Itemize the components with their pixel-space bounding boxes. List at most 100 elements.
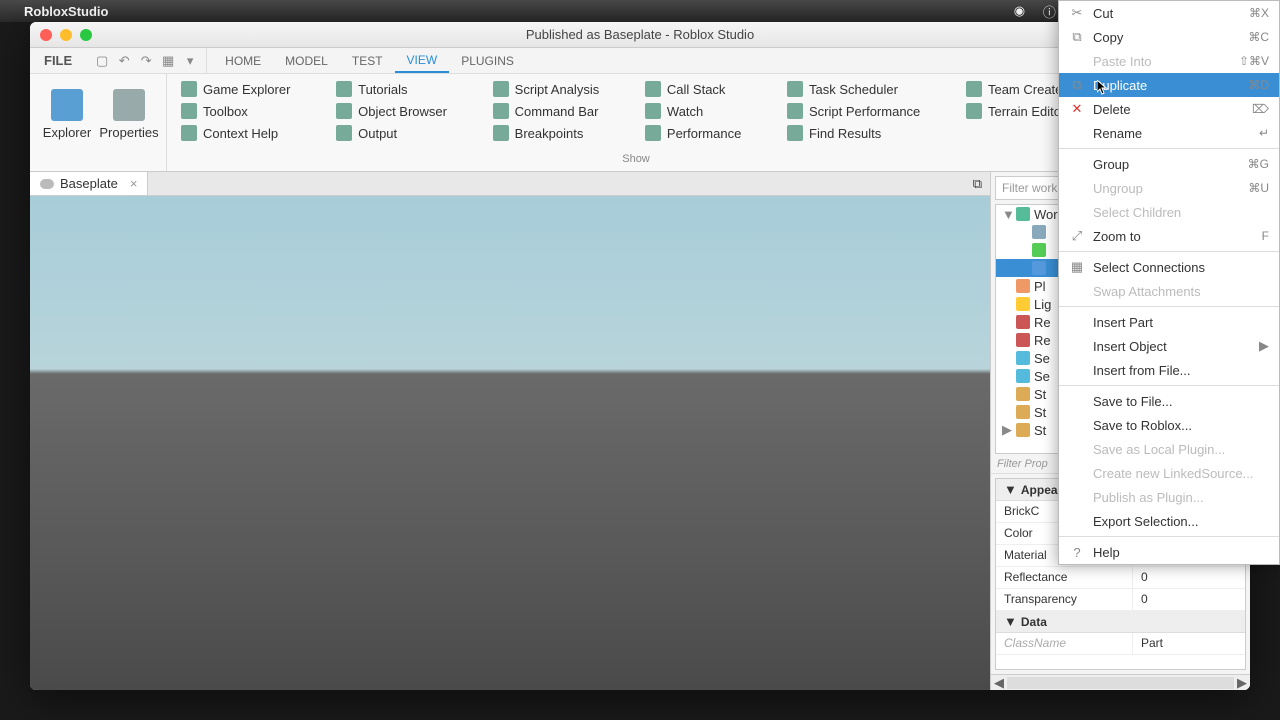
show-terrain-editor[interactable]: Terrain Editor xyxy=(960,100,1071,122)
close-tab-icon[interactable]: × xyxy=(130,176,138,191)
show-output[interactable]: Output xyxy=(330,122,403,144)
object-icon xyxy=(1016,279,1030,293)
paste-icon[interactable]: ▦ xyxy=(160,53,176,69)
object-icon xyxy=(1016,369,1030,383)
ctx-group[interactable]: Group⌘G xyxy=(1059,152,1279,176)
shortcut: ⌘C xyxy=(1248,30,1269,44)
menu-icon xyxy=(1069,465,1085,481)
scroll-left-icon[interactable]: ◀ xyxy=(991,675,1007,691)
expand-icon[interactable]: ▼ xyxy=(1002,207,1012,222)
file-tab[interactable]: FILE xyxy=(30,48,86,73)
menu-icon xyxy=(1069,441,1085,457)
show-call-stack[interactable]: Call Stack xyxy=(639,78,732,100)
property-value[interactable]: 0 xyxy=(1133,589,1245,610)
ribbon-tab-home[interactable]: HOME xyxy=(213,48,273,73)
menu-label: Delete xyxy=(1093,102,1244,117)
ribbon-tab-plugins[interactable]: PLUGINS xyxy=(449,48,526,73)
property-row[interactable]: Reflectance0 xyxy=(996,567,1245,589)
show-task-scheduler[interactable]: Task Scheduler xyxy=(781,78,904,100)
ctx-insert-from-file-[interactable]: Insert from File... xyxy=(1059,358,1279,382)
ctx-insert-object[interactable]: Insert Object▶ xyxy=(1059,334,1279,358)
show-breakpoints[interactable]: Breakpoints xyxy=(487,122,590,144)
redo-icon[interactable]: ↷ xyxy=(138,53,154,69)
menu-icon: ✂ xyxy=(1069,5,1085,21)
tool-icon xyxy=(645,125,661,141)
dropdown-icon[interactable]: ▾ xyxy=(182,53,198,69)
property-section-header[interactable]: ▼ Data xyxy=(996,611,1245,633)
close-button[interactable] xyxy=(40,29,52,41)
ctx-zoom-to[interactable]: ⤢Zoom toF xyxy=(1059,224,1279,248)
stop-icon[interactable]: ◉ xyxy=(1011,3,1027,19)
show-command-bar[interactable]: Command Bar xyxy=(487,100,605,122)
submenu-icon: ▶ xyxy=(1259,338,1269,354)
ctx-insert-part[interactable]: Insert Part xyxy=(1059,310,1279,334)
expand-icon[interactable]: ▶ xyxy=(1002,422,1012,438)
show-script-analysis[interactable]: Script Analysis xyxy=(487,78,606,100)
ctx-help[interactable]: ?Help xyxy=(1059,540,1279,564)
ctx-paste-into: Paste Into⇧⌘V xyxy=(1059,49,1279,73)
ctx-export-selection-[interactable]: Export Selection... xyxy=(1059,509,1279,533)
ctx-save-to-roblox-[interactable]: Save to Roblox... xyxy=(1059,413,1279,437)
explorer-button[interactable]: Explorer xyxy=(38,78,96,150)
minimize-button[interactable] xyxy=(60,29,72,41)
show-team-create[interactable]: Team Create xyxy=(960,78,1068,100)
shortcut: F xyxy=(1262,229,1269,243)
show-object-browser[interactable]: Object Browser xyxy=(330,100,453,122)
ribbon-tab-view[interactable]: VIEW xyxy=(395,48,450,73)
viewport-3d[interactable] xyxy=(30,196,990,690)
menu-icon xyxy=(1069,204,1085,220)
ctx-copy[interactable]: ⧉Copy⌘C xyxy=(1059,25,1279,49)
show-find-results[interactable]: Find Results xyxy=(781,122,887,144)
show-watch[interactable]: Watch xyxy=(639,100,709,122)
document-tab[interactable]: Baseplate × xyxy=(30,172,148,195)
ctx-cut[interactable]: ✂Cut⌘X xyxy=(1059,1,1279,25)
show-performance[interactable]: Performance xyxy=(639,122,747,144)
ribbon-tab-model[interactable]: MODEL xyxy=(273,48,340,73)
properties-button[interactable]: Properties xyxy=(100,78,158,150)
shortcut: ⌘U xyxy=(1248,181,1269,195)
show-tutorials[interactable]: Tutorials xyxy=(330,78,413,100)
object-icon xyxy=(1032,243,1046,257)
app-name[interactable]: RobloxStudio xyxy=(24,4,109,19)
show-toolbox[interactable]: Toolbox xyxy=(175,100,254,122)
ribbon-tab-test[interactable]: TEST xyxy=(340,48,395,73)
menu-icon: ✕ xyxy=(1069,101,1085,117)
object-icon xyxy=(1016,387,1030,401)
menu-label: Paste Into xyxy=(1093,54,1231,69)
property-value[interactable]: 0 xyxy=(1133,567,1245,588)
doc-tab-label: Baseplate xyxy=(60,176,118,191)
property-row[interactable]: ClassNamePart xyxy=(996,633,1245,655)
property-row[interactable]: Transparency0 xyxy=(996,589,1245,611)
shortcut: ↵ xyxy=(1259,126,1269,140)
undo-icon[interactable]: ↶ xyxy=(116,53,132,69)
ctx-rename[interactable]: Rename↵ xyxy=(1059,121,1279,145)
accessibility-icon[interactable]: ⓘ xyxy=(1041,3,1057,19)
tool-icon xyxy=(336,103,352,119)
tool-icon xyxy=(181,103,197,119)
menu-label: Ungroup xyxy=(1093,181,1240,196)
shortcut: ⌘G xyxy=(1248,157,1269,171)
ctx-select-connections[interactable]: ▦Select Connections xyxy=(1059,255,1279,279)
window-title: Published as Baseplate - Roblox Studio xyxy=(526,27,754,42)
property-value[interactable]: Part xyxy=(1133,633,1245,654)
show-game-explorer[interactable]: Game Explorer xyxy=(175,78,296,100)
tool-icon xyxy=(966,81,982,97)
show-script-performance[interactable]: Script Performance xyxy=(781,100,926,122)
menu-icon xyxy=(1069,362,1085,378)
object-icon xyxy=(1016,405,1030,419)
ctx-save-as-local-plugin-: Save as Local Plugin... xyxy=(1059,437,1279,461)
ctx-duplicate[interactable]: ⧉Duplicate⌘D xyxy=(1059,73,1279,97)
property-name: Transparency xyxy=(996,589,1133,610)
scroll-right-icon[interactable]: ▶ xyxy=(1234,675,1250,691)
ctx-create-new-linkedsource-: Create new LinkedSource... xyxy=(1059,461,1279,485)
ctx-delete[interactable]: ✕Delete⌦ xyxy=(1059,97,1279,121)
tool-icon xyxy=(645,81,661,97)
horizontal-scrollbar[interactable]: ◀ ▶ xyxy=(991,674,1250,690)
object-icon xyxy=(1016,333,1030,347)
expand-icon[interactable]: ⧉ xyxy=(965,176,990,192)
new-icon[interactable]: ▢ xyxy=(94,53,110,69)
ctx-save-to-file-[interactable]: Save to File... xyxy=(1059,389,1279,413)
show-context-help[interactable]: Context Help xyxy=(175,122,284,144)
tool-icon xyxy=(493,125,509,141)
zoom-button[interactable] xyxy=(80,29,92,41)
